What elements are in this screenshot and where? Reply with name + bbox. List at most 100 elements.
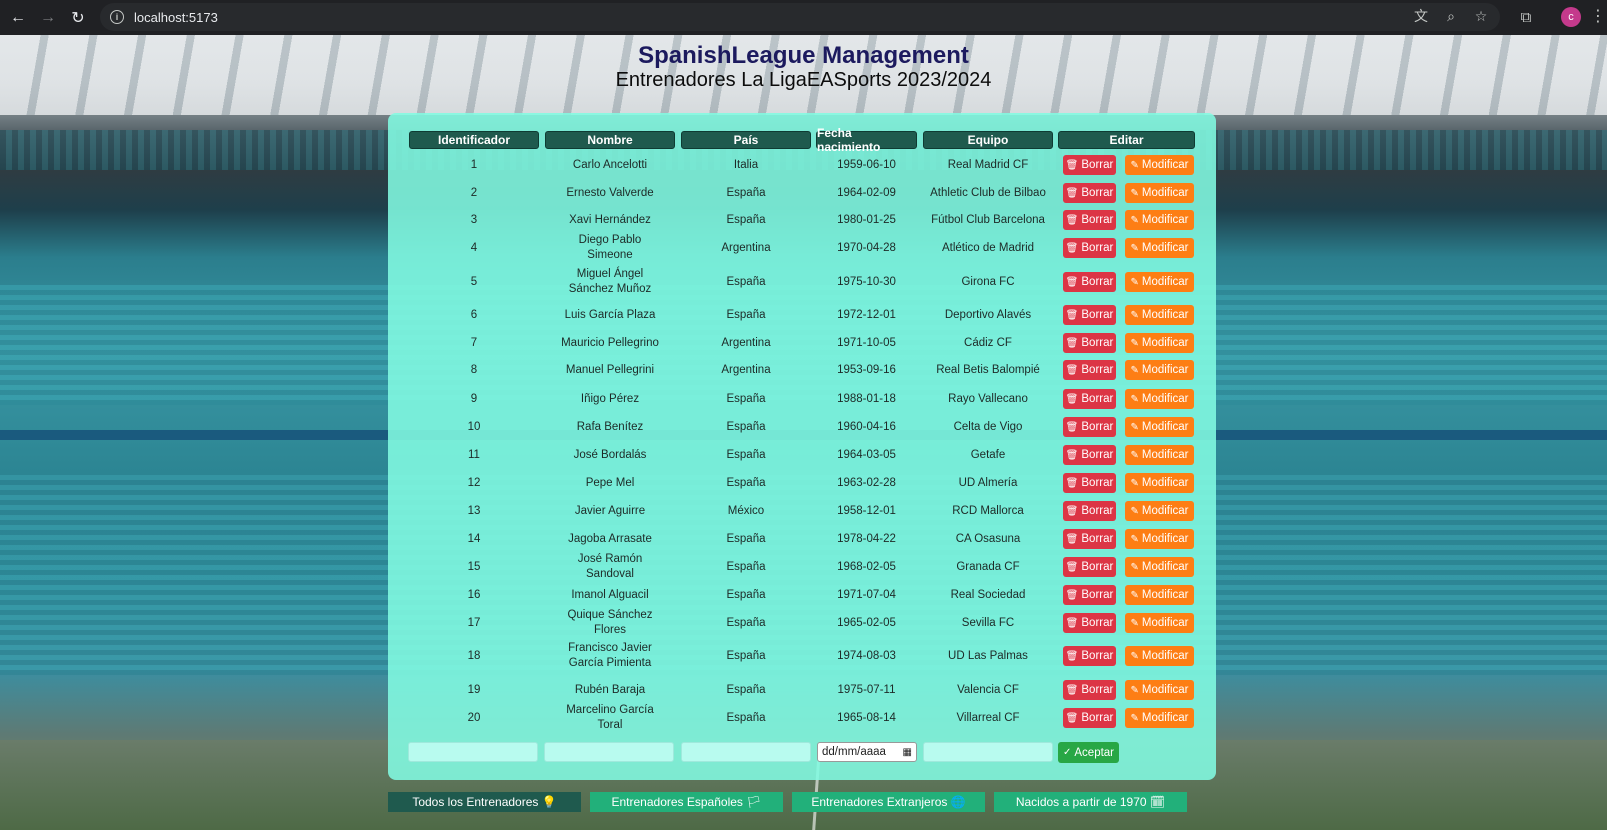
cell-country: Italia (733, 158, 759, 171)
modify-label: Modificar (1141, 533, 1189, 545)
browser-menu-icon[interactable]: ⋮ (1590, 6, 1606, 26)
cell-country: España (726, 448, 766, 461)
nav-foreign-coaches[interactable]: Entrenadores Extranjeros 🌐 (792, 792, 985, 812)
modify-button[interactable]: ✎ Modificar (1125, 529, 1194, 549)
cell-country: España (726, 275, 766, 288)
delete-button[interactable]: 🗑 Borrar (1063, 155, 1116, 175)
modify-button[interactable]: ✎ Modificar (1125, 585, 1194, 605)
cell-birthdate: 1988-01-18 (837, 392, 896, 405)
cell-id: 9 (470, 392, 478, 405)
trash-icon: 🗑 (1065, 276, 1079, 288)
modify-button[interactable]: ✎ Modificar (1125, 445, 1194, 465)
delete-button[interactable]: 🗑 Borrar (1063, 557, 1116, 577)
accept-button[interactable]: ✓ Aceptar (1058, 742, 1119, 763)
id-input[interactable] (408, 742, 538, 762)
team-input[interactable] (923, 742, 1053, 762)
cell-birthdate: 1970-04-28 (837, 241, 896, 254)
delete-button[interactable]: 🗑 Borrar (1063, 680, 1116, 700)
nav-born-after-1970[interactable]: Nacidos a partir de 1970 🗓 (994, 792, 1187, 812)
pencil-icon: ✎ (1130, 187, 1139, 199)
delete-button[interactable]: 🗑 Borrar (1063, 333, 1116, 353)
cell-id: 3 (470, 213, 478, 226)
cell-birthdate: 1975-07-11 (837, 683, 896, 696)
delete-button[interactable]: 🗑 Borrar (1063, 473, 1116, 493)
address-bar[interactable]: i localhost:5173 文 ⌕ ☆ (100, 3, 1500, 31)
modify-button[interactable]: ✎ Modificar (1125, 210, 1194, 230)
reload-icon[interactable]: ↻ (66, 6, 90, 30)
forward-icon[interactable]: → (36, 6, 60, 30)
bookmark-star-icon[interactable]: ☆ (1472, 7, 1490, 25)
site-info-icon[interactable]: i (110, 10, 124, 24)
delete-button[interactable]: 🗑 Borrar (1063, 210, 1116, 230)
delete-label: Borrar (1081, 364, 1114, 376)
modify-button[interactable]: ✎ Modificar (1125, 501, 1194, 521)
modify-button[interactable]: ✎ Modificar (1125, 333, 1194, 353)
delete-button[interactable]: 🗑 Borrar (1063, 646, 1116, 666)
name-input[interactable] (544, 742, 674, 762)
delete-button[interactable]: 🗑 Borrar (1063, 183, 1116, 203)
cell-name: Imanol Alguacil (571, 588, 649, 601)
modify-label: Modificar (1141, 477, 1189, 489)
cell-country: España (726, 560, 766, 573)
delete-button[interactable]: 🗑 Borrar (1063, 529, 1116, 549)
modify-button[interactable]: ✎ Modificar (1125, 272, 1194, 292)
pencil-icon: ✎ (1130, 309, 1139, 321)
cell-name: Marcelino García Toral (566, 704, 654, 731)
pencil-icon: ✎ (1130, 337, 1139, 349)
profile-avatar[interactable]: c (1561, 7, 1581, 27)
cell-id: 2 (470, 186, 478, 199)
delete-button[interactable]: 🗑 Borrar (1063, 305, 1116, 325)
birthdate-input[interactable]: dd/mm/aaaa ▦ (817, 742, 917, 762)
zoom-icon[interactable]: ⌕ (1442, 7, 1460, 25)
extensions-icon[interactable]: ⧉ (1515, 6, 1537, 28)
delete-button[interactable]: 🗑 Borrar (1063, 238, 1116, 258)
cell-id: 15 (467, 560, 481, 573)
cell-team: Sevilla FC (961, 616, 1015, 629)
modify-button[interactable]: ✎ Modificar (1125, 417, 1194, 437)
modify-button[interactable]: ✎ Modificar (1125, 238, 1194, 258)
cell-country: España (726, 649, 766, 662)
modify-button[interactable]: ✎ Modificar (1125, 708, 1194, 728)
delete-label: Borrar (1081, 589, 1114, 601)
cell-birthdate: 1964-03-05 (837, 448, 896, 461)
trash-icon: 🗑 (1065, 449, 1079, 461)
nav-spanish-coaches[interactable]: Entrenadores Españoles 🏳 (590, 792, 783, 812)
page-subtitle: Entrenadores La LigaEASports 2023/2024 (615, 69, 992, 91)
delete-button[interactable]: 🗑 Borrar (1063, 389, 1116, 409)
modify-button[interactable]: ✎ Modificar (1125, 613, 1194, 633)
modify-button[interactable]: ✎ Modificar (1125, 557, 1194, 577)
translate-icon[interactable]: 文 (1412, 7, 1430, 25)
modify-button[interactable]: ✎ Modificar (1125, 183, 1194, 203)
modify-button[interactable]: ✎ Modificar (1125, 473, 1194, 493)
pencil-icon: ✎ (1130, 364, 1139, 376)
check-icon: ✓ (1062, 747, 1072, 758)
delete-button[interactable]: 🗑 Borrar (1063, 585, 1116, 605)
url-text[interactable]: localhost:5173 (134, 10, 218, 25)
modify-button[interactable]: ✎ Modificar (1125, 155, 1194, 175)
country-input[interactable] (681, 742, 811, 762)
delete-button[interactable]: 🗑 Borrar (1063, 445, 1116, 465)
cell-team: Atlético de Madrid (941, 241, 1035, 254)
modify-button[interactable]: ✎ Modificar (1125, 305, 1194, 325)
cell-birthdate: 1971-10-05 (837, 336, 896, 349)
delete-label: Borrar (1081, 421, 1114, 433)
modify-button[interactable]: ✎ Modificar (1125, 360, 1194, 380)
modify-button[interactable]: ✎ Modificar (1125, 646, 1194, 666)
trash-icon: 🗑 (1065, 533, 1079, 545)
delete-button[interactable]: 🗑 Borrar (1063, 272, 1116, 292)
modify-button[interactable]: ✎ Modificar (1125, 389, 1194, 409)
trash-icon: 🗑 (1065, 337, 1079, 349)
calendar-icon[interactable]: ▦ (903, 747, 912, 758)
delete-button[interactable]: 🗑 Borrar (1063, 360, 1116, 380)
delete-button[interactable]: 🗑 Borrar (1063, 417, 1116, 437)
modify-label: Modificar (1141, 187, 1189, 199)
back-icon[interactable]: ← (6, 6, 30, 30)
page-title: SpanishLeague Management (638, 42, 969, 69)
delete-button[interactable]: 🗑 Borrar (1063, 613, 1116, 633)
pencil-icon: ✎ (1130, 561, 1139, 573)
delete-button[interactable]: 🗑 Borrar (1063, 501, 1116, 521)
delete-label: Borrar (1081, 393, 1114, 405)
delete-button[interactable]: 🗑 Borrar (1063, 708, 1116, 728)
nav-all-coaches[interactable]: Todos los Entrenadores 💡 (388, 792, 581, 812)
modify-button[interactable]: ✎ Modificar (1125, 680, 1194, 700)
